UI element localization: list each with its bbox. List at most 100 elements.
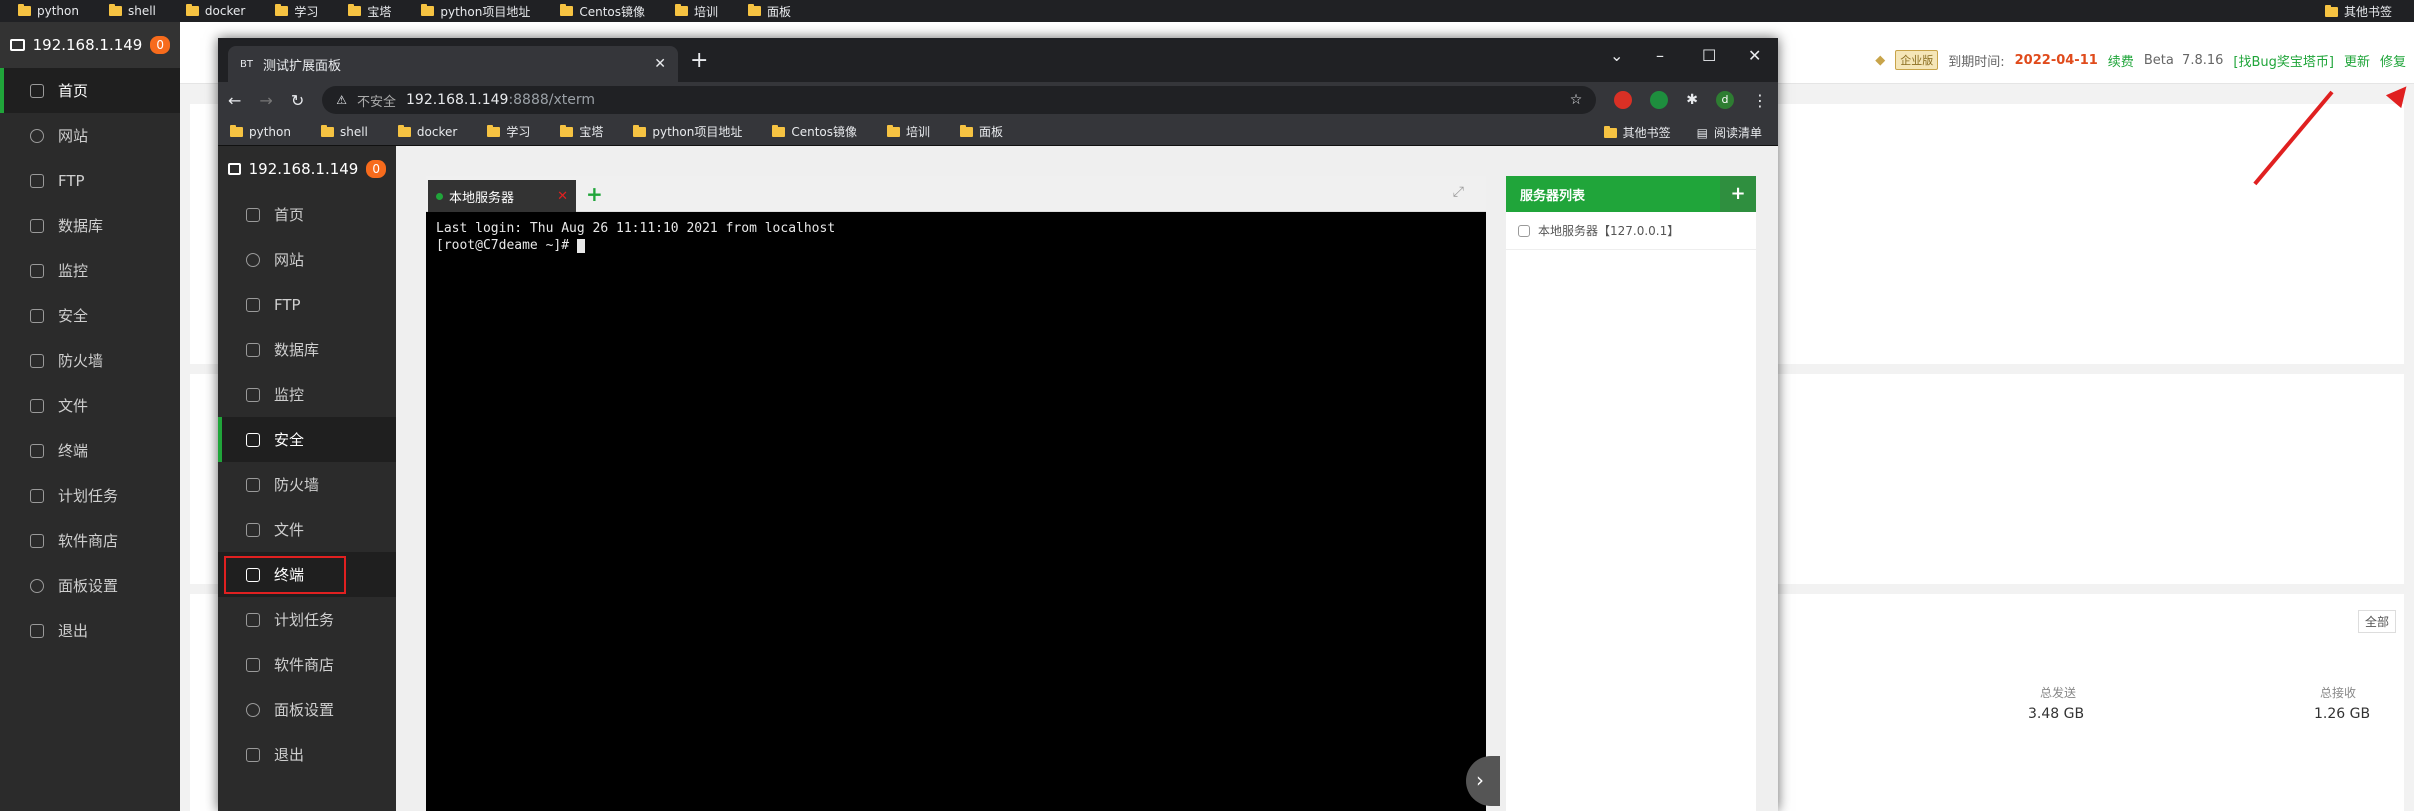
inner-menu-site[interactable]: 网站 [218, 237, 396, 282]
terminal-output[interactable]: Last login: Thu Aug 26 11:11:10 2021 fro… [426, 212, 1486, 811]
close-icon[interactable]: ✕ [557, 189, 568, 204]
new-tab-button[interactable]: + [690, 48, 708, 73]
adblock-extension-icon[interactable] [1614, 91, 1633, 109]
terminal-icon [30, 443, 44, 458]
os-bookmark[interactable]: 培训 [675, 3, 718, 20]
logout-icon [246, 747, 260, 762]
terminal-tab[interactable]: 本地服务器 ✕ [428, 180, 576, 212]
logout-icon [30, 623, 44, 638]
bookmark[interactable]: shell [320, 124, 368, 139]
bookmark[interactable]: Centos镜像 [772, 123, 857, 140]
outer-menu-database[interactable]: 数据库 [0, 203, 180, 248]
notification-badge[interactable]: 0 [366, 160, 386, 178]
folder-icon [397, 124, 411, 137]
inner-menu-monitor[interactable]: 监控 [218, 372, 396, 417]
update-link[interactable]: 更新 [2344, 51, 2370, 70]
inner-menu-security[interactable]: 安全 [218, 417, 396, 462]
all-button[interactable]: 全部 [2357, 610, 2396, 633]
forward-icon[interactable]: → [259, 91, 272, 110]
server-item-label: 本地服务器【127.0.0.1】 [1538, 224, 1680, 238]
renew-link[interactable]: 续费 [2108, 51, 2134, 70]
ftp-icon [246, 297, 260, 312]
notification-badge[interactable]: 0 [150, 36, 170, 54]
monitor-icon [228, 163, 241, 175]
outer-menu-settings[interactable]: 面板设置 [0, 563, 180, 608]
folder-icon [275, 4, 289, 16]
server-list-header: 服务器列表 + [1506, 176, 1756, 212]
bookmark[interactable]: 面板 [960, 123, 1003, 140]
os-bookmark[interactable]: docker [185, 4, 245, 18]
inner-menu-logout[interactable]: 退出 [218, 732, 396, 777]
os-bookmark[interactable]: 面板 [748, 3, 791, 20]
reload-icon[interactable]: ↻ [291, 91, 304, 110]
outer-menu-monitor[interactable]: 监控 [0, 248, 180, 293]
tab-search-icon[interactable]: ⌄ [1610, 46, 1623, 65]
inner-menu-files[interactable]: 文件 [218, 507, 396, 552]
other-bookmarks[interactable]: 其他书签 [1603, 124, 1671, 141]
inner-menu-terminal[interactable]: 终端 [218, 552, 396, 597]
inner-menu-cron[interactable]: 计划任务 [218, 597, 396, 642]
puzzle-icon[interactable]: ✱ [1686, 92, 1698, 108]
inner-menu-database[interactable]: 数据库 [218, 327, 396, 372]
os-bookmark[interactable]: 学习 [275, 3, 318, 20]
outer-menu-cron[interactable]: 计划任务 [0, 473, 180, 518]
server-list-title: 服务器列表 [1520, 188, 1586, 204]
inner-menu-firewall[interactable]: 防火墙 [218, 462, 396, 507]
os-bookmark[interactable]: 宝塔 [348, 3, 391, 20]
os-bookmark[interactable]: python [18, 4, 79, 18]
fullscreen-icon[interactable]: ⤢ [1453, 184, 1464, 200]
bookmark[interactable]: 培训 [887, 123, 930, 140]
evernote-extension-icon[interactable] [1650, 91, 1669, 109]
folder-icon [633, 124, 647, 137]
outer-menu-logout[interactable]: 退出 [0, 608, 180, 653]
outer-menu-site[interactable]: 网站 [0, 113, 180, 158]
bookmark[interactable]: 宝塔 [560, 123, 603, 140]
folder-icon [30, 398, 44, 413]
folder-icon [487, 124, 501, 137]
folder-icon [246, 522, 260, 537]
terminal-line: Last login: Thu Aug 26 11:11:10 2021 fro… [436, 221, 836, 236]
outer-menu-terminal[interactable]: 终端 [0, 428, 180, 473]
repair-link[interactable]: 修复 [2380, 51, 2406, 70]
add-terminal-icon[interactable]: + [586, 182, 603, 206]
bookmark[interactable]: python [230, 124, 291, 139]
bookmark[interactable]: 学习 [487, 123, 530, 140]
minimize-icon[interactable]: – [1656, 46, 1664, 65]
outer-menu-home[interactable]: 首页 [0, 68, 180, 113]
bookmark[interactable]: python项目地址 [633, 123, 742, 140]
inner-menu-ftp[interactable]: FTP [218, 282, 396, 327]
reading-list[interactable]: ▤ 阅读清单 [1697, 124, 1762, 141]
grid-icon [30, 533, 44, 548]
outer-menu-ftp[interactable]: FTP [0, 158, 180, 203]
os-bookmark[interactable]: shell [108, 4, 156, 18]
host-label: 192.168.1.149 [248, 160, 359, 178]
outer-menu-files[interactable]: 文件 [0, 383, 180, 428]
outer-menu-firewall[interactable]: 防火墙 [0, 338, 180, 383]
os-bookmark[interactable]: python项目地址 [421, 3, 530, 20]
close-window-icon[interactable]: ✕ [1748, 46, 1761, 65]
server-list-panel: 服务器列表 + 本地服务器【127.0.0.1】 [1506, 176, 1756, 811]
profile-avatar[interactable]: d [1716, 91, 1734, 109]
outer-menu-security[interactable]: 安全 [0, 293, 180, 338]
star-icon[interactable]: ☆ [1570, 92, 1583, 108]
address-bar[interactable]: ⚠ 不安全 192.168.1.149:8888/xterm ☆ [322, 86, 1597, 114]
os-other-bookmarks[interactable]: 其他书签 [2324, 3, 2392, 20]
inner-menu-home[interactable]: 首页 [218, 192, 396, 237]
folder-icon [108, 4, 122, 16]
maximize-icon[interactable]: ☐ [1702, 46, 1716, 65]
outer-host: 192.168.1.149 0 [0, 22, 180, 68]
os-bookmark[interactable]: Centos镜像 [560, 3, 645, 20]
outer-menu-store[interactable]: 软件商店 [0, 518, 180, 563]
server-item[interactable]: 本地服务器【127.0.0.1】 [1506, 212, 1756, 250]
gear-icon [30, 578, 44, 593]
inner-menu-store[interactable]: 软件商店 [218, 642, 396, 687]
add-server-icon[interactable]: + [1720, 176, 1756, 212]
close-tab-icon[interactable]: ✕ [654, 56, 666, 72]
bookmark[interactable]: docker [397, 124, 457, 139]
bug-bounty-link[interactable]: [找Bug奖宝塔币] [2233, 51, 2334, 70]
home-icon [30, 83, 44, 98]
menu-icon[interactable]: ⋮ [1752, 91, 1768, 110]
browser-tab[interactable]: BT 测试扩展面板 ✕ [228, 46, 678, 82]
inner-menu-settings[interactable]: 面板设置 [218, 687, 396, 732]
back-icon[interactable]: ← [228, 91, 241, 110]
